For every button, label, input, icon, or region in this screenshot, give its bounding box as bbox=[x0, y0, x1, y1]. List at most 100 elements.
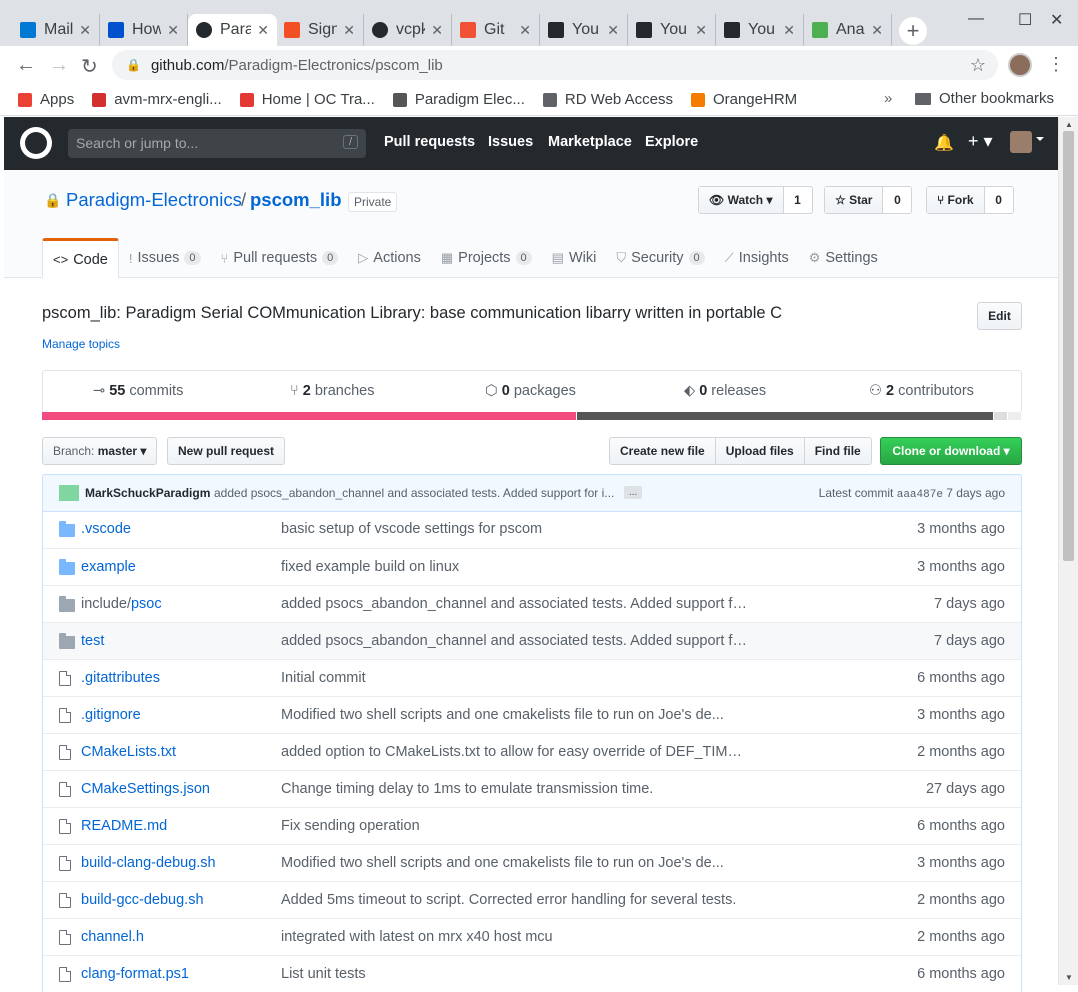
edit-description-button[interactable]: Edit bbox=[977, 302, 1022, 330]
close-tab-icon[interactable]: ✕ bbox=[343, 22, 355, 39]
other-bookmarks-folder[interactable]: Other bookmarks bbox=[915, 90, 1054, 107]
file-name-link[interactable]: example bbox=[81, 559, 136, 575]
tab-code[interactable]: <> Code bbox=[42, 238, 119, 278]
file-row[interactable]: CMakeLists.txt added option to CMakeLists… bbox=[43, 733, 1021, 770]
close-tab-icon[interactable]: ✕ bbox=[871, 22, 883, 39]
file-row[interactable]: test added psocs_abandon_channel and asso… bbox=[43, 622, 1021, 659]
reload-icon[interactable]: ↻ bbox=[81, 54, 98, 79]
close-tab-icon[interactable]: ✕ bbox=[167, 22, 179, 39]
file-commit-message[interactable]: added option to CMakeLists.txt to allow … bbox=[281, 744, 751, 760]
file-commit-message[interactable]: fixed example build on linux bbox=[281, 559, 751, 575]
file-row[interactable]: .gitignore Modified two shell scripts and… bbox=[43, 696, 1021, 733]
upload-files-button[interactable]: Upload files bbox=[716, 438, 805, 464]
expand-commit-message-button[interactable]: ... bbox=[624, 486, 643, 499]
create-new-file-button[interactable]: Create new file bbox=[610, 438, 716, 464]
star-count[interactable]: 0 bbox=[883, 187, 911, 213]
file-name-link[interactable]: CMakeSettings.json bbox=[81, 781, 210, 797]
tab-projects[interactable]: ▦ Projects 0 bbox=[431, 238, 542, 278]
forward-icon[interactable]: → bbox=[49, 54, 69, 77]
browser-tab[interactable]: Git ✕ bbox=[452, 14, 540, 46]
fork-button[interactable]: ⑂ Fork bbox=[927, 187, 985, 213]
clone-or-download-button[interactable]: Clone or download ▾ bbox=[880, 437, 1022, 465]
close-tab-icon[interactable]: ✕ bbox=[695, 22, 707, 39]
close-tab-icon[interactable]: ✕ bbox=[257, 22, 269, 39]
file-row[interactable]: channel.h integrated with latest on mrx x… bbox=[43, 918, 1021, 955]
file-row[interactable]: .gitattributes Initial commit 6 months ago bbox=[43, 659, 1021, 696]
close-tab-icon[interactable]: ✕ bbox=[783, 22, 795, 39]
watch-count[interactable]: 1 bbox=[784, 187, 812, 213]
contributors-link[interactable]: ⚇ 2 contributors bbox=[869, 383, 974, 399]
star-button[interactable]: ☆ Star bbox=[825, 187, 884, 213]
nav-explore[interactable]: Explore bbox=[645, 134, 698, 150]
file-name-link[interactable]: clang-format.ps1 bbox=[81, 966, 189, 982]
browser-tab[interactable]: vcpkg ✕ bbox=[364, 14, 452, 46]
file-commit-message[interactable]: added psocs_abandon_channel and associat… bbox=[281, 596, 751, 612]
file-commit-message[interactable]: basic setup of vscode settings for pscom bbox=[281, 521, 751, 537]
scrollbar-thumb[interactable] bbox=[1063, 131, 1074, 561]
file-row[interactable]: example fixed example build on linux 3 mon… bbox=[43, 548, 1021, 585]
branch-select-button[interactable]: Branch: master ▾ bbox=[42, 437, 158, 465]
file-name-link[interactable]: build-clang-debug.sh bbox=[81, 855, 216, 871]
bookmark-item[interactable]: RD Web Access bbox=[542, 91, 673, 108]
new-pull-request-button[interactable]: New pull request bbox=[167, 437, 286, 465]
browser-tab[interactable]: You ✕ bbox=[628, 14, 716, 46]
scroll-down-arrow-icon[interactable]: ▼ bbox=[1065, 973, 1073, 982]
file-commit-message[interactable]: integrated with latest on mrx x40 host m… bbox=[281, 929, 751, 945]
branches-link[interactable]: ⑂ 2 branches bbox=[290, 383, 375, 399]
close-tab-icon[interactable]: ✕ bbox=[607, 22, 619, 39]
packages-link[interactable]: ⬡ 0 packages bbox=[485, 383, 576, 399]
browser-menu-icon[interactable]: ⋮ bbox=[1047, 54, 1065, 75]
tab-issues[interactable]: ! Issues 0 bbox=[119, 238, 211, 278]
releases-link[interactable]: ⬖ 0 releases bbox=[684, 383, 766, 399]
user-avatar[interactable] bbox=[1010, 131, 1032, 153]
tab-security[interactable]: ⛉ Security 0 bbox=[606, 238, 714, 278]
minimize-button[interactable]: — bbox=[968, 10, 984, 28]
file-row[interactable]: build-clang-debug.sh Modified two shell s… bbox=[43, 844, 1021, 881]
page-scrollbar[interactable]: ▲ ▼ bbox=[1058, 117, 1078, 985]
more-bookmarks-chevron-icon[interactable]: » bbox=[884, 90, 892, 107]
nav-marketplace[interactable]: Marketplace bbox=[548, 134, 632, 150]
file-name-link[interactable]: .vscode bbox=[81, 521, 131, 537]
browser-tab[interactable]: Mail ✕ bbox=[12, 14, 100, 46]
file-row[interactable]: README.md Fix sending operation 6 months a… bbox=[43, 807, 1021, 844]
address-bar[interactable]: 🔒 github.com/Paradigm-Electronics/pscom_… bbox=[112, 50, 998, 80]
bookmark-item[interactable]: Apps bbox=[18, 91, 74, 108]
author-avatar[interactable] bbox=[59, 485, 79, 501]
profile-avatar[interactable] bbox=[1008, 53, 1032, 77]
search-input[interactable]: Search or jump to... / bbox=[68, 129, 366, 158]
file-name-link[interactable]: test bbox=[81, 633, 104, 649]
file-name-link[interactable]: build-gcc-debug.sh bbox=[81, 892, 204, 908]
close-window-button[interactable]: ✕ bbox=[1050, 10, 1063, 30]
file-commit-message[interactable]: Modified two shell scripts and one cmake… bbox=[281, 707, 751, 723]
browser-tab[interactable]: Sign ✕ bbox=[276, 14, 364, 46]
bookmark-item[interactable]: Home | OC Tra... bbox=[239, 91, 375, 108]
repo-name-link[interactable]: pscom_lib bbox=[250, 189, 342, 211]
find-file-button[interactable]: Find file bbox=[805, 438, 871, 464]
notifications-bell-icon[interactable]: 🔔 bbox=[934, 133, 954, 153]
commit-author-link[interactable]: MarkSchuckParadigm bbox=[85, 486, 210, 500]
browser-tab[interactable]: You ✕ bbox=[540, 14, 628, 46]
tab-pull-requests[interactable]: ⑂ Pull requests 0 bbox=[211, 238, 349, 278]
commits-link[interactable]: ⊸ 55 commits bbox=[93, 383, 183, 399]
tab-wiki[interactable]: ▤ Wiki bbox=[542, 238, 607, 278]
close-tab-icon[interactable]: ✕ bbox=[431, 22, 443, 39]
browser-tab[interactable]: How ✕ bbox=[100, 14, 188, 46]
file-commit-message[interactable]: Modified two shell scripts and one cmake… bbox=[281, 855, 751, 871]
manage-topics-link[interactable]: Manage topics bbox=[42, 337, 120, 351]
bookmark-item[interactable]: OrangeHRM bbox=[690, 91, 797, 108]
file-name-link[interactable]: CMakeLists.txt bbox=[81, 744, 176, 760]
language-bar[interactable] bbox=[42, 412, 1022, 420]
bookmark-star-icon[interactable]: ☆ bbox=[970, 55, 986, 76]
tab-insights[interactable]: ⟋ Insights bbox=[715, 238, 799, 278]
file-name-link[interactable]: channel.h bbox=[81, 929, 144, 945]
file-name-link[interactable]: .gitattributes bbox=[81, 670, 160, 686]
close-tab-icon[interactable]: ✕ bbox=[519, 22, 531, 39]
nav-issues[interactable]: Issues bbox=[488, 134, 533, 150]
file-name-link[interactable]: .gitignore bbox=[81, 707, 141, 723]
file-row[interactable]: build-gcc-debug.sh Added 5ms timeout to s… bbox=[43, 881, 1021, 918]
fork-count[interactable]: 0 bbox=[985, 187, 1013, 213]
create-new-plus-icon[interactable]: + ▾ bbox=[968, 131, 993, 152]
maximize-button[interactable]: ☐ bbox=[1018, 10, 1032, 30]
user-menu-caret-icon[interactable] bbox=[1036, 137, 1044, 145]
file-commit-message[interactable]: Change timing delay to 1ms to emulate tr… bbox=[281, 781, 751, 797]
